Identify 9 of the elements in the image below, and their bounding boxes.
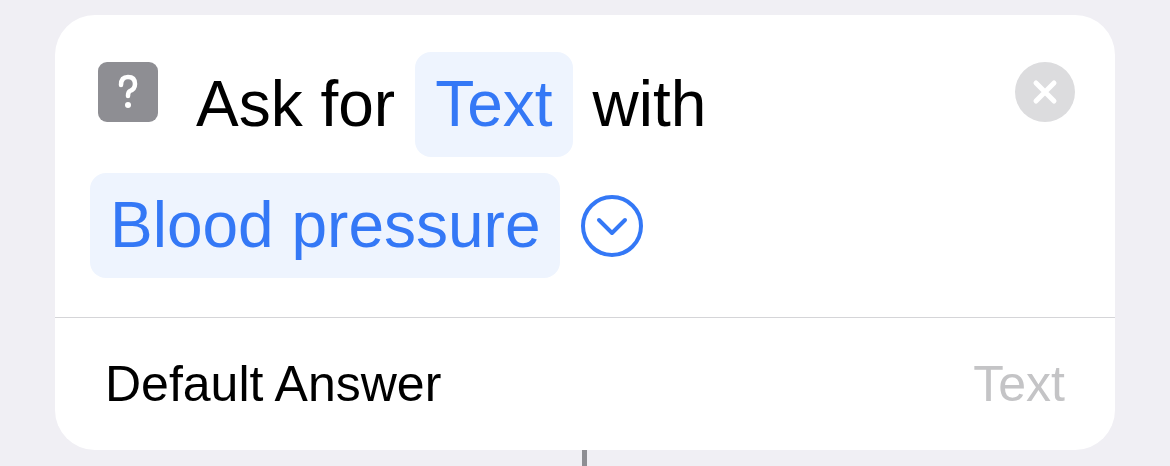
type-token[interactable]: Text: [415, 52, 573, 157]
default-answer-label: Default Answer: [105, 354, 442, 414]
chevron-circle-icon[interactable]: [580, 193, 645, 258]
question-icon: [98, 62, 158, 122]
prompt-token[interactable]: Blood pressure: [90, 173, 561, 278]
action-text: with: [592, 67, 707, 142]
close-icon: [1033, 80, 1057, 104]
action-text: Ask for: [196, 67, 396, 142]
default-answer-field[interactable]: Text: [767, 345, 1067, 423]
